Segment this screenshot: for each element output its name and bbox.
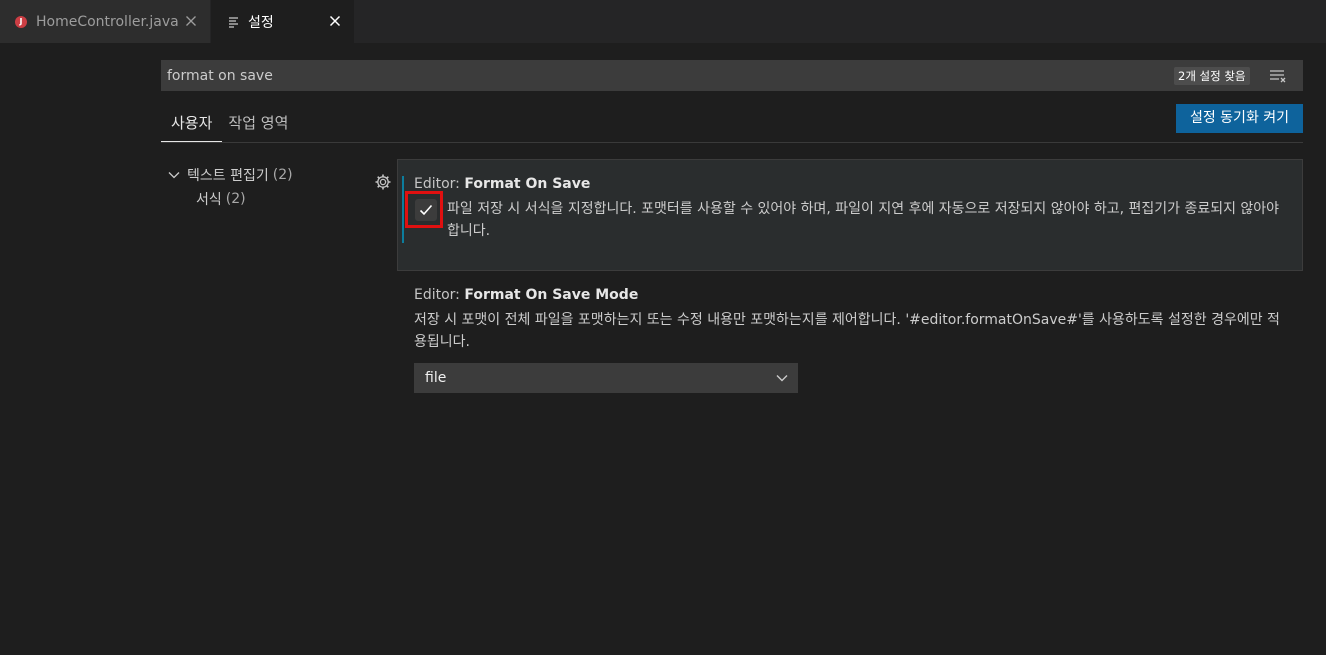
result-count-badge: 2개 설정 찾음 bbox=[1174, 67, 1250, 85]
modified-indicator bbox=[402, 176, 404, 243]
editor-tab-bar: J HomeController.java 설정 bbox=[0, 0, 1326, 43]
close-icon[interactable] bbox=[327, 13, 343, 29]
setting-title: Editor: Format On Save bbox=[414, 176, 590, 192]
search-input[interactable] bbox=[161, 60, 1161, 91]
format-on-save-checkbox[interactable] bbox=[415, 199, 437, 221]
turn-on-settings-sync-button[interactable]: 설정 동기화 켜기 bbox=[1176, 104, 1303, 133]
setting-name: Format On Save bbox=[464, 176, 591, 192]
tab-user[interactable]: 사용자 bbox=[161, 108, 223, 142]
java-file-icon: J bbox=[15, 15, 27, 28]
close-icon[interactable] bbox=[183, 13, 199, 29]
setting-category: Editor: bbox=[414, 287, 465, 303]
tab-label: 설정 bbox=[248, 14, 274, 31]
toc-item-label: 텍스트 편집기 bbox=[187, 168, 269, 184]
chevron-down-icon bbox=[168, 172, 180, 179]
tab-label: HomeController.java bbox=[36, 13, 179, 30]
check-icon bbox=[419, 204, 433, 216]
select-value: file bbox=[425, 370, 447, 386]
scope-tabs: 사용자 작업 영역 bbox=[161, 108, 298, 142]
toc-item-count: (2) bbox=[225, 191, 246, 207]
tab-home-controller[interactable]: J HomeController.java bbox=[0, 0, 211, 43]
toc-item-label: 서식 bbox=[196, 192, 222, 208]
chevron-down-icon bbox=[776, 375, 788, 382]
divider bbox=[161, 142, 1303, 143]
toc-item-text-editor[interactable]: 텍스트 편집기 (2) bbox=[166, 164, 293, 186]
tab-settings[interactable]: 설정 bbox=[211, 0, 354, 43]
tab-workspace[interactable]: 작업 영역 bbox=[222, 108, 298, 142]
settings-editor-icon bbox=[229, 16, 238, 28]
setting-description: 저장 시 포맷이 전체 파일을 포맷하는지 또는 수정 내용만 포맷하는지를 제… bbox=[414, 312, 1280, 350]
setting-description: 파일 저장 시 서식을 지정합니다. 포맷터를 사용할 수 있어야 하며, 파일… bbox=[447, 201, 1280, 239]
toc-item-count: (2) bbox=[272, 167, 293, 183]
format-on-save-mode-select[interactable]: file bbox=[414, 363, 798, 393]
clear-filter-icon[interactable] bbox=[1269, 68, 1287, 84]
settings-editor-window: J HomeController.java 설정 2개 설정 찾음 사용자 작업… bbox=[0, 0, 1326, 655]
setting-title: Editor: Format On Save Mode bbox=[414, 287, 638, 303]
settings-toc: 텍스트 편집기 (2) 서식 (2) bbox=[166, 164, 293, 212]
setting-name: Format On Save Mode bbox=[464, 287, 639, 303]
gear-icon[interactable] bbox=[374, 173, 392, 191]
settings-search-box: 2개 설정 찾음 bbox=[161, 60, 1303, 91]
toc-item-formatting[interactable]: 서식 (2) bbox=[166, 186, 293, 212]
setting-category: Editor: bbox=[414, 176, 465, 192]
